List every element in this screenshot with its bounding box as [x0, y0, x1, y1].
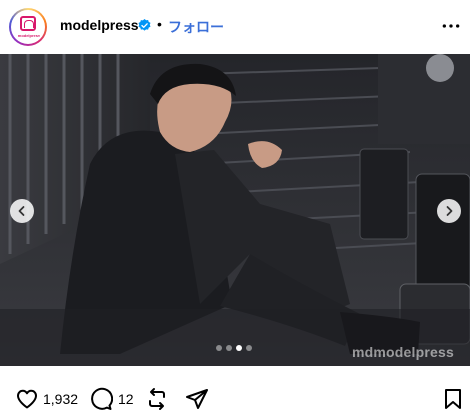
carousel-next-button[interactable]: [437, 199, 461, 223]
post-photo[interactable]: mdmodelpress: [0, 54, 470, 366]
username-link[interactable]: modelpress: [60, 17, 139, 33]
carousel-dot: [246, 345, 252, 351]
carousel-prev-button[interactable]: [10, 199, 34, 223]
modelpress-logo: modelpress: [13, 12, 43, 42]
comment-count[interactable]: 12: [118, 391, 134, 407]
separator-dot: •: [157, 16, 162, 32]
carousel-dot-active: [236, 345, 242, 351]
post-header: modelpress modelpress • フォロー: [0, 0, 470, 54]
comment-icon[interactable]: [89, 387, 113, 411]
photo-image: [0, 54, 470, 366]
like-count[interactable]: 1,932: [43, 391, 78, 407]
verified-badge-icon: [138, 18, 151, 31]
carousel-dot: [226, 345, 232, 351]
repost-icon[interactable]: [145, 387, 169, 411]
watermark: mdmodelpress: [352, 344, 454, 360]
more-dots-icon[interactable]: [441, 16, 461, 36]
avatar-logo-text: modelpress: [17, 33, 41, 38]
follow-button[interactable]: フォロー: [168, 17, 224, 37]
avatar[interactable]: modelpress: [9, 8, 47, 46]
carousel-indicator: [216, 345, 252, 351]
carousel-dot: [216, 345, 222, 351]
share-icon[interactable]: [185, 387, 209, 411]
heart-icon[interactable]: [15, 387, 39, 411]
chevron-right-icon: [446, 206, 453, 216]
chevron-left-icon: [18, 206, 25, 216]
bookmark-icon[interactable]: [441, 387, 465, 411]
action-bar: 1,932 12: [0, 366, 470, 416]
